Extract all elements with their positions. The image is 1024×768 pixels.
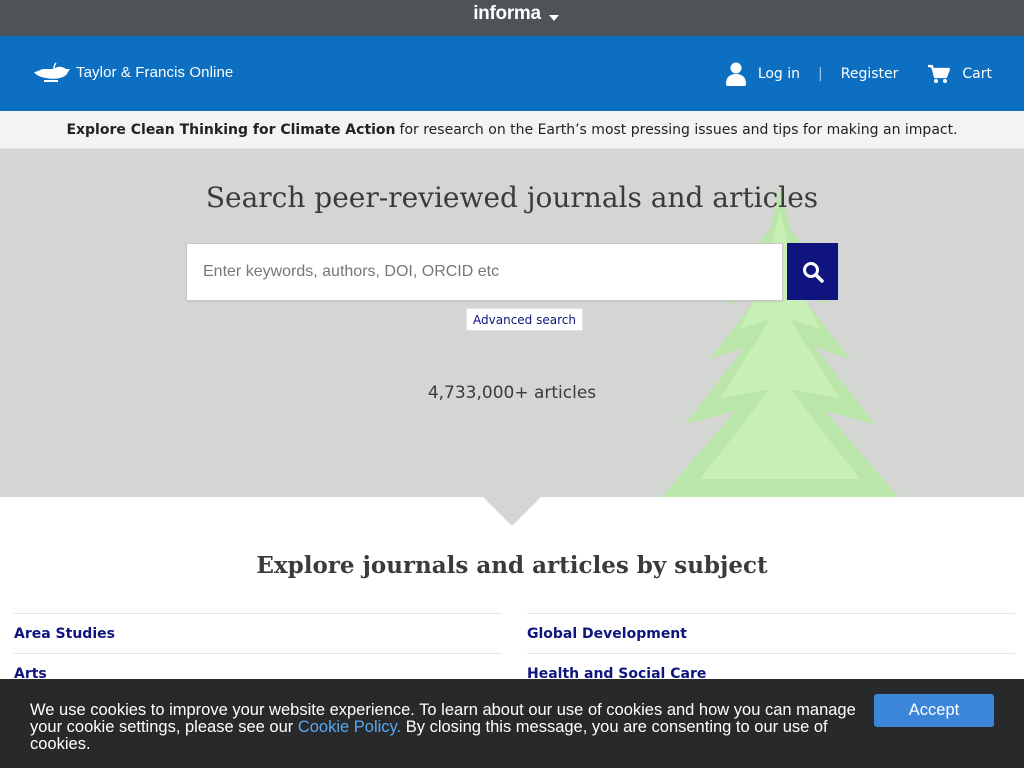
header-nav: Log in | Register Cart xyxy=(725,36,992,111)
lamp-logo-icon xyxy=(32,60,72,84)
tree-illustration xyxy=(661,189,899,497)
advanced-search-link[interactable]: Advanced search xyxy=(466,308,583,331)
search-icon xyxy=(802,261,824,283)
hero-title: Search peer-reviewed journals and articl… xyxy=(205,181,819,214)
search-hero: Search peer-reviewed journals and articl… xyxy=(0,149,1024,497)
subjects-title: Explore journals and articles by subject xyxy=(256,552,768,579)
climate-banner-link[interactable]: Explore Clean Thinking for Climate Actio… xyxy=(66,122,395,138)
climate-banner: Explore Clean Thinking for Climate Actio… xyxy=(0,111,1024,149)
cart-label: Cart xyxy=(962,65,992,82)
register-label: Register xyxy=(840,65,899,82)
nav-separator: | xyxy=(818,65,823,82)
cart-link[interactable]: Cart xyxy=(928,64,992,84)
cookie-banner: We use cookies to improve your website e… xyxy=(0,679,1024,768)
subject-link[interactable]: Global Development xyxy=(527,613,1015,653)
caret-down-icon xyxy=(548,15,559,21)
brand-logo[interactable]: Taylor & Francis Online xyxy=(32,60,233,84)
brand-name: Taylor & Francis Online xyxy=(76,63,234,81)
informa-bar: informa xyxy=(0,0,1024,36)
subject-link[interactable]: Area Studies xyxy=(14,613,502,653)
site-header: Taylor & Francis Online Log in | Registe… xyxy=(0,36,1024,111)
login-label: Log in xyxy=(757,65,801,82)
cookie-policy-link[interactable]: Cookie Policy. xyxy=(298,718,401,736)
register-link[interactable]: Register xyxy=(841,66,899,82)
cart-icon xyxy=(928,64,951,84)
article-count: 4,733,000+ articles xyxy=(427,383,597,403)
hero-pointer xyxy=(482,496,542,526)
search-button[interactable] xyxy=(787,243,838,300)
informa-logo-text: informa xyxy=(473,3,541,24)
informa-logo[interactable]: informa xyxy=(473,3,559,25)
login-link[interactable]: Log in xyxy=(725,62,801,86)
search-input[interactable] xyxy=(187,244,782,300)
cookie-message: We use cookies to improve your website e… xyxy=(30,702,875,753)
user-icon xyxy=(725,62,746,86)
accept-cookies-button[interactable]: Accept xyxy=(874,694,994,727)
climate-banner-text: for research on the Earth’s most pressin… xyxy=(399,121,958,138)
search-box xyxy=(186,243,783,301)
